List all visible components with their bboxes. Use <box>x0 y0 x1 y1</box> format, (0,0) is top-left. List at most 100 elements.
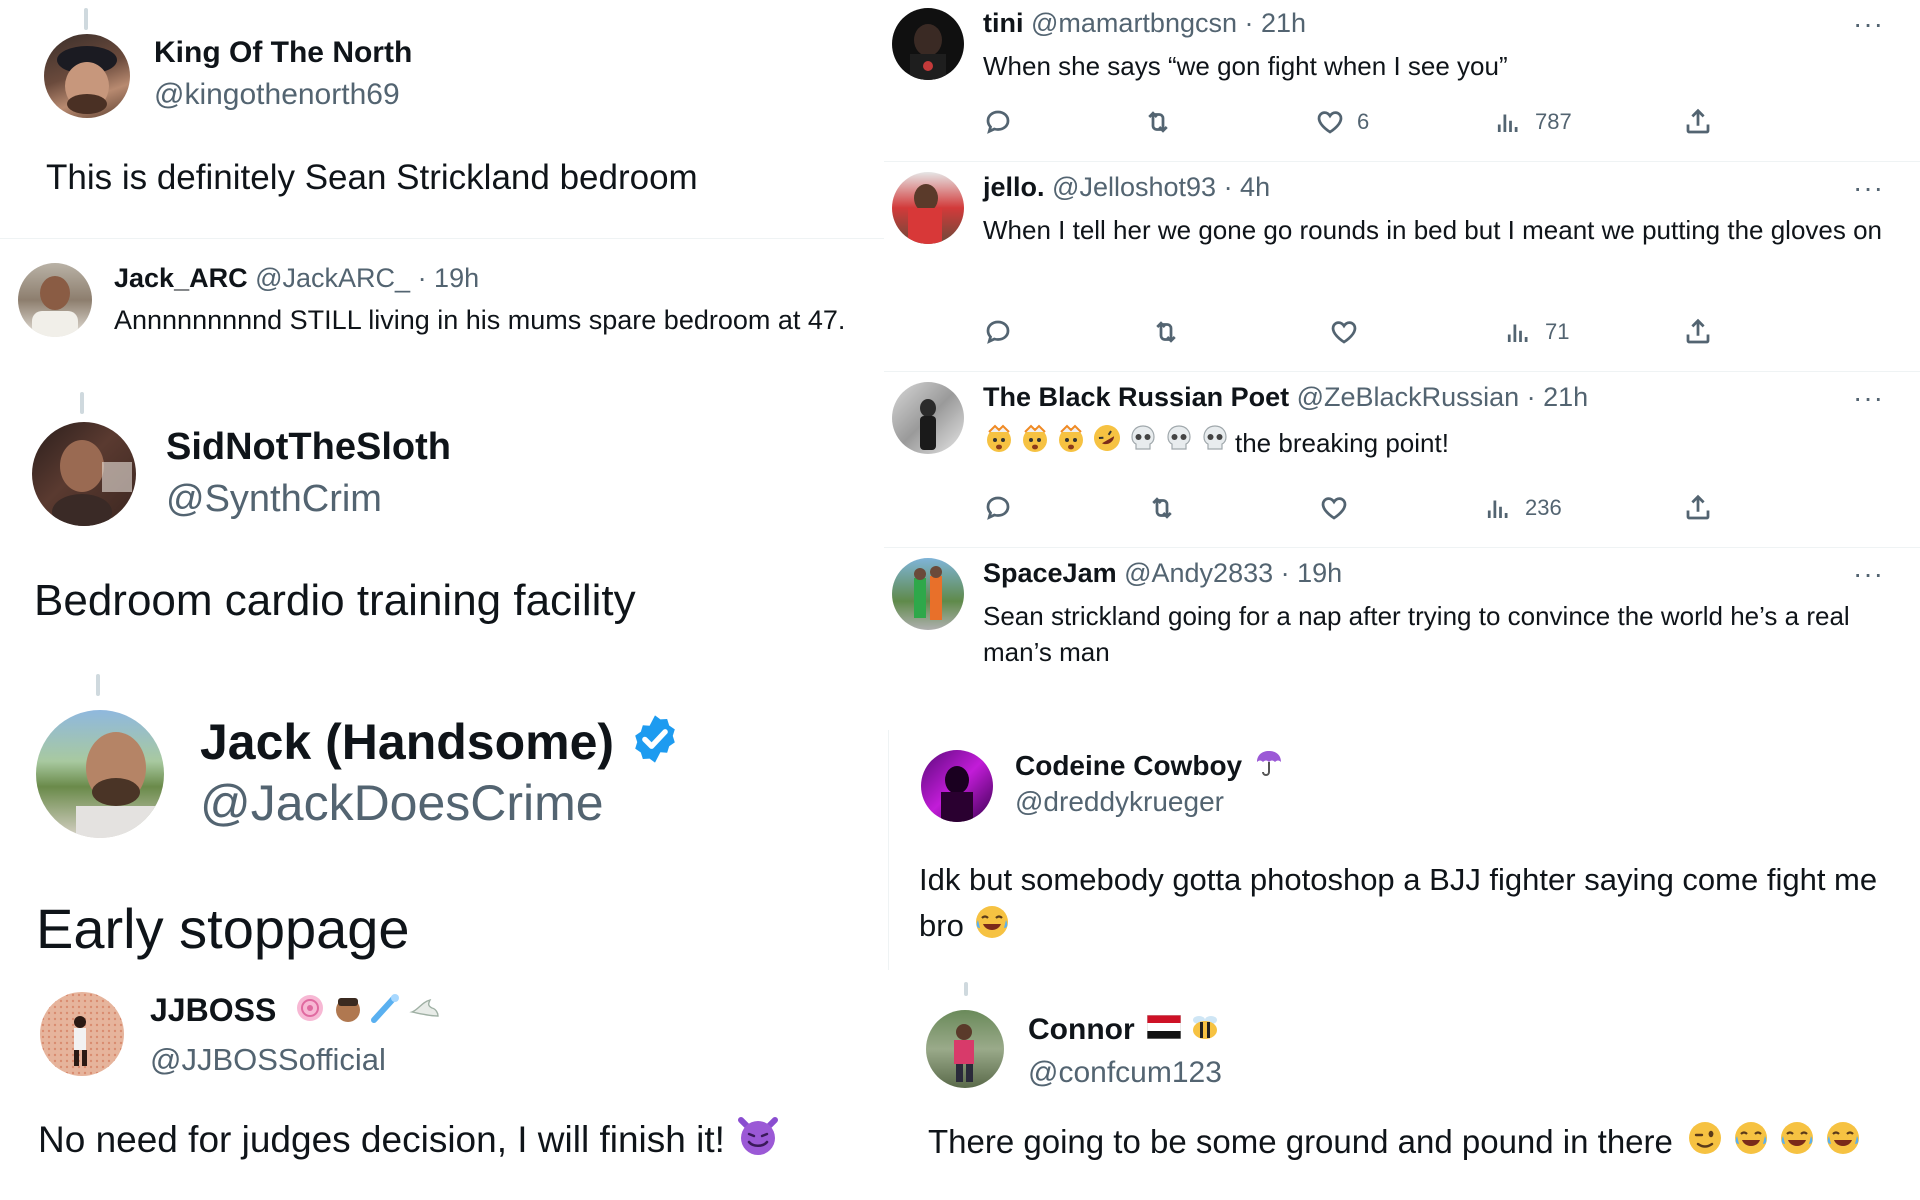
timestamp[interactable]: · 4h <box>1224 172 1271 202</box>
dove-emoji-icon <box>408 992 442 1029</box>
avatar[interactable] <box>926 1010 1004 1088</box>
tweet-black-russian-poet[interactable]: The Black Russian Poet @ZeBlackRussian ·… <box>884 374 1920 548</box>
more-options-button[interactable]: ··· <box>1853 8 1884 40</box>
user-handle[interactable]: @JackARC_ <box>255 263 410 293</box>
tweet-jello[interactable]: jello. @Jelloshot93 · 4h ··· When I tell… <box>884 164 1920 372</box>
views-chart-icon <box>1487 500 1508 518</box>
heart-icon <box>1317 111 1343 134</box>
avatar[interactable] <box>892 382 964 454</box>
avatar[interactable] <box>40 992 124 1076</box>
views-button[interactable]: 787 <box>1493 102 1572 142</box>
skull-emoji-icon <box>1199 422 1231 463</box>
tears-of-joy-emoji-icon <box>1731 1118 1771 1166</box>
user-handle[interactable]: @ZeBlackRussian <box>1297 382 1520 412</box>
umbrella-emoji-icon <box>1254 748 1284 783</box>
views-chart-icon <box>1497 114 1518 132</box>
display-name[interactable]: jello. <box>983 172 1045 202</box>
retweet-icon <box>1152 497 1172 519</box>
like-count: 6 <box>1357 109 1370 134</box>
views-button[interactable]: 71 <box>1503 312 1569 352</box>
reply-icon <box>986 320 1010 344</box>
user-handle[interactable]: @mamartbngcsn <box>1031 8 1237 38</box>
retweet-icon <box>1156 321 1176 343</box>
tweet-jack-arc[interactable]: Jack_ARC @JackARC_ · 19h Annnnnnnnnd STI… <box>0 238 884 364</box>
flag-emoji-icon <box>1146 1014 1182 1044</box>
like-button[interactable] <box>1329 312 1359 352</box>
display-name[interactable]: Codeine Cowboy <box>1015 750 1242 782</box>
avatar[interactable] <box>892 172 964 244</box>
retweet-button[interactable] <box>1151 312 1181 352</box>
retweet-icon <box>1148 111 1168 133</box>
avatar[interactable] <box>18 263 92 337</box>
more-options-button[interactable]: ··· <box>1853 382 1884 414</box>
tweet-text: There going to be some ground and pound … <box>928 1123 1673 1160</box>
display-name[interactable]: SidNotTheSloth <box>166 426 451 469</box>
skull-emoji-icon <box>1127 422 1159 463</box>
tweet-text: Bedroom cardio training facility <box>34 576 636 625</box>
tweet-connor[interactable]: Connor @confcum123 There going to be som… <box>888 972 1920 1200</box>
smiling-devil-emoji-icon <box>735 1112 781 1167</box>
views-button[interactable]: 236 <box>1483 488 1562 528</box>
tweet-jjboss[interactable]: JJBOSS @JJBOSSofficial No need for judge… <box>0 972 884 1200</box>
avatar-image <box>954 1024 974 1082</box>
avatar[interactable] <box>32 422 136 526</box>
retweet-button[interactable] <box>1147 488 1177 528</box>
share-button[interactable] <box>1683 488 1713 528</box>
user-handle[interactable]: @JackDoesCrime <box>200 774 604 832</box>
tweet-spacejam[interactable]: SpaceJam @Andy2833 · 19h ··· Sean strick… <box>884 550 1920 710</box>
exploding-head-emoji-icon <box>1019 422 1051 463</box>
exploding-head-emoji-icon <box>1055 422 1087 463</box>
like-button[interactable]: 6 <box>1315 102 1369 142</box>
tweet-sidnotthesloth[interactable]: SidNotTheSloth @SynthCrim Bedroom cardio… <box>0 376 884 654</box>
tweet-text: Annnnnnnnnd STILL living in his mums spa… <box>114 305 846 335</box>
retweet-button[interactable] <box>1143 102 1173 142</box>
user-handle[interactable]: @kingothenorth69 <box>154 78 400 112</box>
skull-emoji-icon <box>1163 422 1195 463</box>
display-name[interactable]: tini <box>983 8 1024 38</box>
like-button[interactable] <box>1319 488 1349 528</box>
tweet-text: No need for judges decision, I will fini… <box>38 1118 725 1160</box>
share-button[interactable] <box>1683 102 1713 142</box>
tweet-tini[interactable]: tini @mamartbngcsn · 21h ··· When she sa… <box>884 0 1920 162</box>
timestamp[interactable]: · 21h <box>1527 382 1589 412</box>
display-name[interactable]: JJBOSS <box>150 992 276 1029</box>
thread-line <box>96 674 100 696</box>
more-options-button[interactable]: ··· <box>1853 558 1884 590</box>
reply-button[interactable] <box>983 488 1013 528</box>
user-handle[interactable]: @Andy2833 <box>1124 558 1273 588</box>
avatar[interactable] <box>44 34 130 118</box>
avatar-image <box>908 184 942 244</box>
verified-badge-icon <box>628 712 682 771</box>
reply-button[interactable] <box>983 312 1013 352</box>
user-handle[interactable]: @dreddykrueger <box>1015 786 1224 818</box>
display-name[interactable]: Jack_ARC <box>114 263 248 293</box>
user-handle[interactable]: @confcum123 <box>1028 1056 1222 1090</box>
timestamp[interactable]: · 19h <box>1281 558 1343 588</box>
timestamp[interactable]: · 19h <box>418 263 480 293</box>
avatar[interactable] <box>892 558 964 630</box>
avatar[interactable] <box>921 750 993 822</box>
display-name[interactable]: The Black Russian Poet <box>983 382 1289 412</box>
avatar-image <box>57 46 117 114</box>
spiral-emoji-icon <box>294 992 326 1029</box>
reply-button[interactable] <box>983 102 1013 142</box>
more-options-button[interactable]: ··· <box>1853 172 1884 204</box>
share-button[interactable] <box>1683 312 1713 352</box>
avatar[interactable] <box>36 710 164 838</box>
tweet-king-of-the-north[interactable]: King Of The North @kingothenorth69 This … <box>0 0 884 236</box>
timestamp[interactable]: · 21h <box>1245 8 1307 38</box>
display-name[interactable]: Jack (Handsome) <box>200 713 614 771</box>
avatar-image <box>914 566 942 620</box>
tweet-jack-handsome[interactable]: Jack (Handsome) @JackDoesCrime Early sto… <box>0 660 884 972</box>
user-handle[interactable]: @Jelloshot93 <box>1052 172 1216 202</box>
user-handle[interactable]: @SynthCrim <box>166 478 382 521</box>
user-handle[interactable]: @JJBOSSofficial <box>150 1042 386 1078</box>
share-icon <box>1686 494 1710 520</box>
tweet-codeine-cowboy[interactable]: Codeine Cowboy @dreddykrueger Idk but so… <box>888 730 1920 970</box>
view-count: 236 <box>1525 495 1562 520</box>
display-name[interactable]: Connor <box>1028 1013 1135 1047</box>
display-name[interactable]: King Of The North <box>154 36 412 70</box>
display-name[interactable]: SpaceJam <box>983 558 1117 588</box>
view-count: 787 <box>1535 109 1572 134</box>
avatar[interactable] <box>892 8 964 80</box>
